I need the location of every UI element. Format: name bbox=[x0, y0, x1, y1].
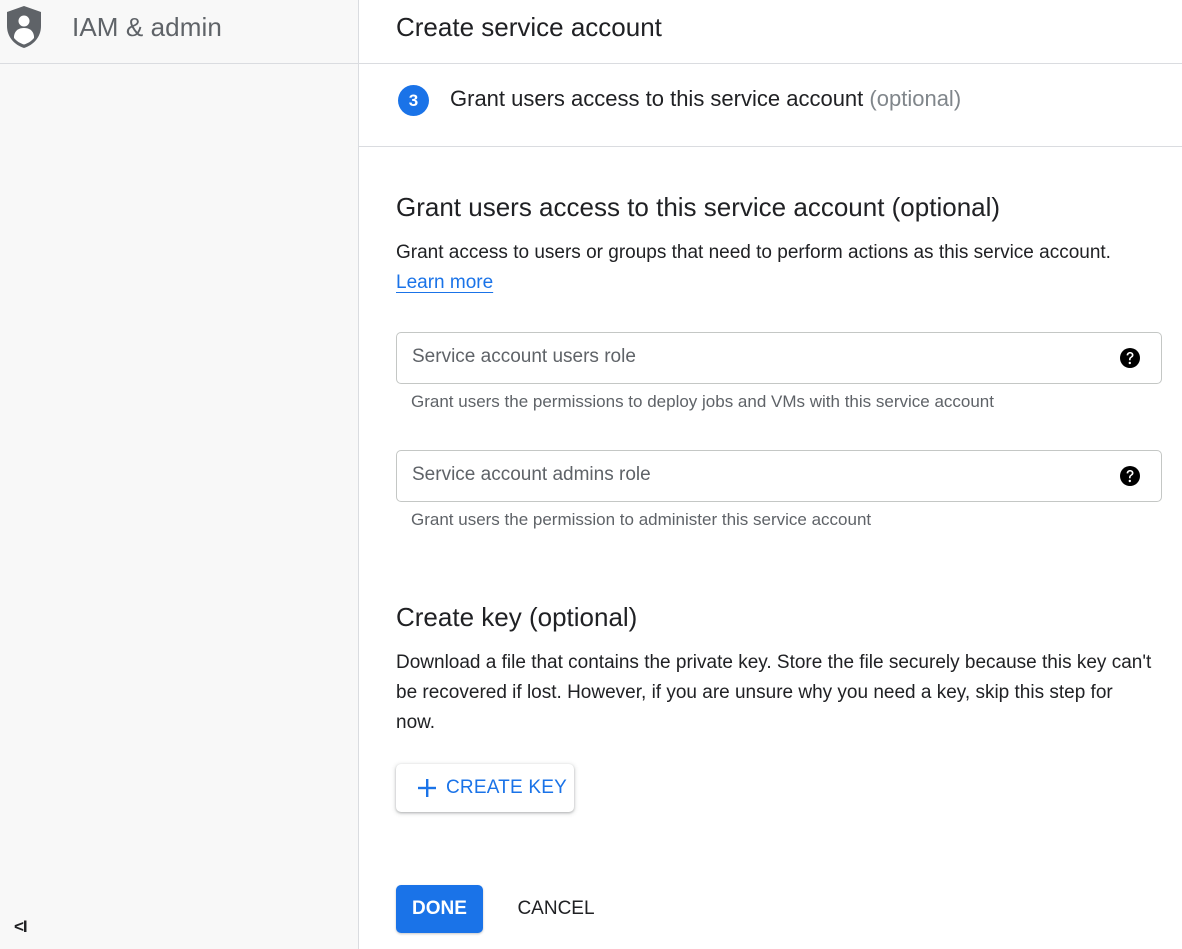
grant-description-text: Grant access to users or groups that nee… bbox=[396, 242, 1111, 263]
grant-section-title: Grant users access to this service accou… bbox=[396, 192, 1001, 222]
create-key-label: CREATE KEY bbox=[446, 777, 567, 798]
help-circle-icon[interactable] bbox=[1119, 465, 1141, 487]
step-optional-label: (optional) bbox=[869, 86, 962, 111]
users-role-field[interactable] bbox=[396, 332, 1162, 384]
cancel-button[interactable]: CANCEL bbox=[505, 885, 607, 933]
grant-section-description: Grant access to users or groups that nee… bbox=[396, 238, 1156, 298]
admins-role-input[interactable] bbox=[410, 463, 1104, 487]
key-section-description: Download a file that contains the privat… bbox=[396, 652, 1152, 733]
key-section-title: Create key (optional) bbox=[396, 602, 638, 632]
admins-role-field[interactable] bbox=[396, 450, 1162, 502]
done-button[interactable]: DONE bbox=[396, 885, 483, 933]
help-circle-icon[interactable] bbox=[1119, 347, 1141, 369]
plus-icon bbox=[417, 778, 437, 798]
step-number-badge: 3 bbox=[398, 85, 429, 116]
collapse-nav-icon[interactable]: <I bbox=[14, 917, 28, 937]
product-title: IAM & admin bbox=[72, 12, 222, 42]
step-label-text: Grant users access to this service accou… bbox=[450, 86, 864, 111]
admins-role-hint: Grant users the permission to administer… bbox=[411, 510, 872, 529]
page-title: Create service account bbox=[396, 12, 662, 42]
step-header[interactable]: 3 Grant users access to this service acc… bbox=[359, 64, 1182, 147]
learn-more-link[interactable]: Learn more bbox=[396, 272, 493, 293]
page-header: Create service account bbox=[359, 0, 1182, 64]
step-label: Grant users access to this service accou… bbox=[450, 86, 961, 112]
sidebar-header: IAM & admin bbox=[0, 0, 358, 64]
sidebar: IAM & admin <I bbox=[0, 0, 359, 949]
shield-person-icon bbox=[5, 5, 43, 49]
users-role-input[interactable] bbox=[410, 345, 1104, 369]
create-key-button[interactable]: CREATE KEY bbox=[396, 764, 574, 812]
main-content: Create service account 3 Grant users acc… bbox=[359, 0, 1182, 949]
users-role-hint: Grant users the permissions to deploy jo… bbox=[411, 392, 994, 411]
